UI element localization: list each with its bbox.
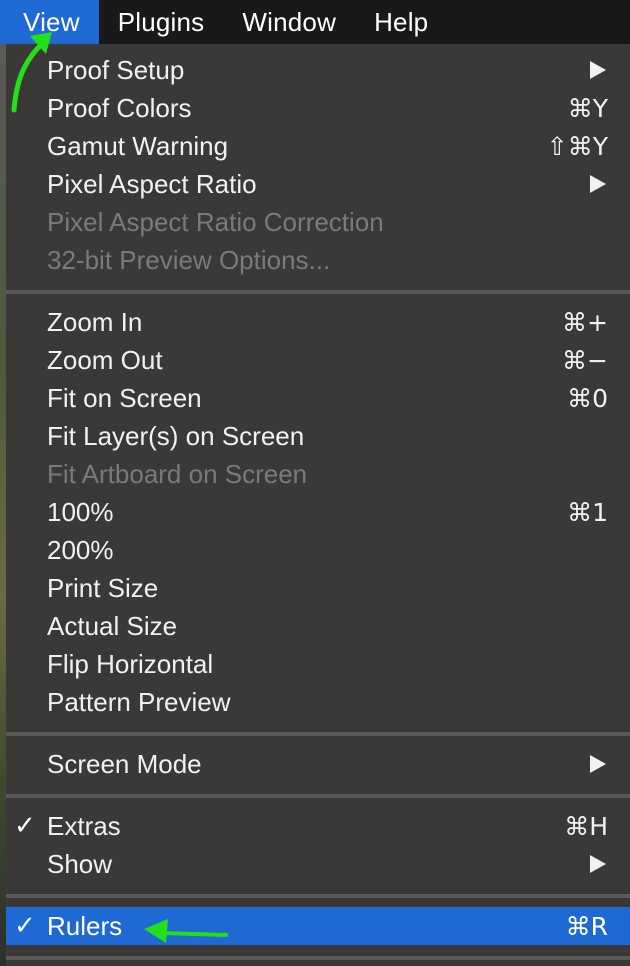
menu-item-print-size[interactable]: Print Size: [6, 569, 630, 607]
screen: View Plugins Window Help Proof Setup Pro…: [0, 0, 630, 966]
checkmark-icon: ✓: [14, 811, 36, 841]
submenu-arrow-icon: [590, 61, 606, 79]
menu-item-fit-artboard-on-screen: Fit Artboard on Screen: [6, 455, 630, 493]
submenu-arrow-icon: [590, 755, 606, 773]
menu-item-shortcut: ⌘1: [567, 497, 608, 527]
menu-item-label: 32-bit Preview Options...: [47, 244, 331, 275]
menu-item-shortcut: ⌘H: [564, 811, 608, 841]
menu-item-pixel-aspect-ratio[interactable]: Pixel Aspect Ratio: [6, 165, 630, 203]
menu-item-label: Proof Setup: [47, 54, 185, 85]
menu-item-label: Zoom In: [47, 306, 143, 337]
menu-separator: [6, 894, 630, 898]
menu-item-label: Flip Horizontal: [47, 648, 214, 679]
menu-item-label: 100%: [47, 496, 114, 527]
menu-item-proof-colors[interactable]: Proof Colors ⌘Y: [6, 89, 630, 127]
menubar-view[interactable]: View: [0, 0, 99, 44]
menu-item-100-percent[interactable]: 100% ⌘1: [6, 493, 630, 531]
menu-item-shortcut: ⌘Y: [567, 93, 608, 123]
menu-item-show[interactable]: Show: [6, 845, 630, 883]
menu-separator: [6, 794, 630, 798]
menu-bar: View Plugins Window Help: [0, 0, 630, 44]
menu-item-label: Print Size: [47, 572, 159, 603]
menubar-plugins[interactable]: Plugins: [99, 0, 224, 44]
menu-item-shortcut: ⌘+: [562, 307, 608, 337]
menu-item-label: Pixel Aspect Ratio: [47, 168, 257, 199]
menubar-window[interactable]: Window: [223, 0, 355, 44]
menu-item-rulers[interactable]: ✓ Rulers ⌘R: [6, 907, 630, 945]
menu-item-label: Pattern Preview: [47, 686, 231, 717]
menu-item-label: Zoom Out: [47, 344, 163, 375]
menu-item-shortcut: ⌘−: [562, 345, 608, 375]
menubar-help[interactable]: Help: [355, 0, 447, 44]
submenu-arrow-icon: [590, 855, 606, 873]
menu-item-label: Actual Size: [47, 610, 178, 641]
menu-item-actual-size[interactable]: Actual Size: [6, 607, 630, 645]
menu-item-shortcut: ⇧⌘Y: [546, 131, 608, 161]
menu-item-pattern-preview[interactable]: Pattern Preview: [6, 683, 630, 721]
menu-item-fit-layers-on-screen[interactable]: Fit Layer(s) on Screen: [6, 417, 630, 455]
menu-item-label: Pixel Aspect Ratio Correction: [47, 206, 384, 237]
menu-item-gamut-warning[interactable]: Gamut Warning ⇧⌘Y: [6, 127, 630, 165]
menu-item-zoom-out[interactable]: Zoom Out ⌘−: [6, 341, 630, 379]
menu-item-extras[interactable]: ✓ Extras ⌘H: [6, 807, 630, 845]
menu-item-shortcut: ⌘0: [567, 383, 608, 413]
menu-separator: [6, 956, 630, 960]
menu-item-label: Rulers: [47, 910, 123, 941]
checkmark-icon: ✓: [14, 911, 36, 941]
menu-item-label: Fit on Screen: [47, 382, 202, 413]
menu-item-label: 200%: [47, 534, 114, 565]
menu-item-label: Fit Layer(s) on Screen: [47, 420, 305, 451]
menu-item-pixel-aspect-ratio-correction: Pixel Aspect Ratio Correction: [6, 203, 630, 241]
menu-item-zoom-in[interactable]: Zoom In ⌘+: [6, 303, 630, 341]
menu-item-label: Extras: [47, 810, 121, 841]
menu-item-label: Show: [47, 848, 113, 879]
menu-item-shortcut: ⌘R: [565, 911, 608, 941]
menu-item-label: Proof Colors: [47, 92, 192, 123]
menu-item-label: Screen Mode: [47, 748, 202, 779]
menu-item-200-percent[interactable]: 200%: [6, 531, 630, 569]
menu-item-32bit-preview-options: 32-bit Preview Options...: [6, 241, 630, 279]
menu-item-fit-on-screen[interactable]: Fit on Screen ⌘0: [6, 379, 630, 417]
submenu-arrow-icon: [590, 175, 606, 193]
menu-item-proof-setup[interactable]: Proof Setup: [6, 51, 630, 89]
menu-separator: [6, 290, 630, 294]
menu-item-flip-horizontal[interactable]: Flip Horizontal: [6, 645, 630, 683]
menu-item-label: Gamut Warning: [47, 130, 229, 161]
menu-item-screen-mode[interactable]: Screen Mode: [6, 745, 630, 783]
view-menu-dropdown: Proof Setup Proof Colors ⌘Y Gamut Warnin…: [6, 44, 630, 966]
menu-separator: [6, 732, 630, 736]
menu-item-label: Fit Artboard on Screen: [47, 458, 308, 489]
